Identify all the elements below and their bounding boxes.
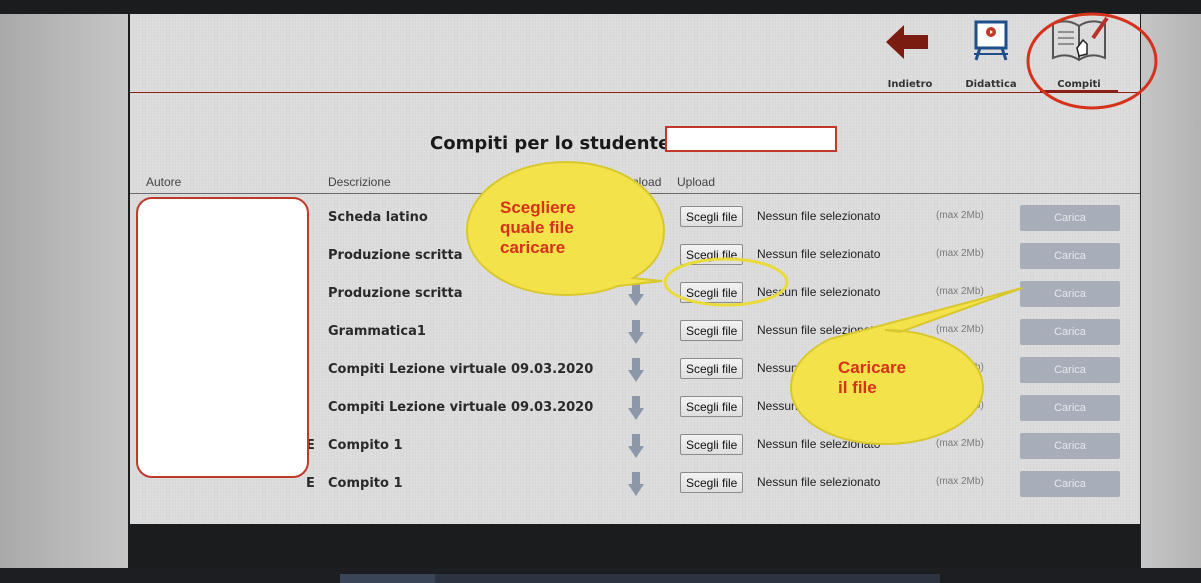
row-description: Produzione scritta <box>328 286 463 301</box>
taskbar <box>340 574 940 583</box>
didattica-button[interactable]: Didattica <box>956 20 1026 90</box>
download-arrow-icon[interactable] <box>628 434 644 458</box>
photo-edge-right <box>1141 14 1201 569</box>
max-size-label: (max 2Mb) <box>936 210 984 221</box>
compiti-button[interactable]: Compiti <box>1040 16 1118 93</box>
choose-file-button[interactable]: Scegli file <box>680 206 744 227</box>
top-toolbar: Indietro Didattica Compiti <box>130 14 1140 93</box>
row-description: Grammatica1 <box>328 324 426 339</box>
download-arrow-icon[interactable] <box>628 472 644 496</box>
student-name-redaction <box>665 126 837 152</box>
author-tail: E <box>306 476 315 491</box>
row-description: Compiti Lezione virtuale 09.03.2020 <box>328 400 594 415</box>
file-status: Nessun file selezionato <box>757 475 881 489</box>
choose-file-button[interactable]: Scegli file <box>680 282 744 303</box>
photo-edge-left <box>0 14 128 569</box>
max-size-label: (max 2Mb) <box>936 248 984 259</box>
file-status: Nessun file selezionato <box>757 399 881 413</box>
choose-file-button[interactable]: Scegli file <box>680 396 744 417</box>
toolbar-divider <box>130 92 1140 93</box>
choose-file-button[interactable]: Scegli file <box>680 434 744 455</box>
file-status: Nessun file selezionato <box>757 323 881 337</box>
annotation-upload-file-text: Caricare il file <box>838 358 907 397</box>
column-header-upload: Upload <box>677 175 716 189</box>
choose-file-button[interactable]: Scegli file <box>680 244 744 265</box>
choose-file-button[interactable]: Scegli file <box>680 358 744 379</box>
back-arrow-icon <box>886 25 928 59</box>
row-description: Produzione scritta <box>328 248 463 263</box>
annotation-choose-file-text: Scegliere quale file caricare <box>500 198 576 257</box>
file-status: Nessun file selezionato <box>757 285 881 299</box>
row-description: Compito 1 <box>328 476 403 491</box>
download-arrow-icon[interactable] <box>628 282 644 306</box>
row-description: Compito 1 <box>328 438 403 453</box>
download-arrow-icon[interactable] <box>628 244 644 268</box>
compiti-label: Compiti <box>1057 79 1101 90</box>
max-size-label: (max 2Mb) <box>936 476 984 487</box>
column-header-download: Download <box>608 175 662 189</box>
taskbar-segment <box>340 574 435 583</box>
upload-button[interactable]: Carica <box>1020 205 1120 231</box>
max-size-label: (max 2Mb) <box>936 438 984 449</box>
upload-button[interactable]: Carica <box>1020 357 1120 383</box>
column-header-descrizione: Descrizione <box>328 175 391 189</box>
max-size-label: (max 2Mb) <box>936 324 984 335</box>
upload-button[interactable]: Carica <box>1020 243 1120 269</box>
upload-button[interactable]: Carica <box>1020 281 1120 307</box>
app-window: Indietro Didattica Compiti Compiti per l… <box>130 14 1140 524</box>
file-status: Nessun file selezionato <box>757 247 881 261</box>
choose-file-button[interactable]: Scegli file <box>680 472 744 493</box>
upload-button[interactable]: Carica <box>1020 395 1120 421</box>
upload-button[interactable]: Carica <box>1020 471 1120 497</box>
download-arrow-icon[interactable] <box>628 320 644 344</box>
choose-file-button[interactable]: Scegli file <box>680 320 744 341</box>
download-arrow-icon[interactable] <box>628 206 644 230</box>
row-description: Scheda latino <box>328 210 428 225</box>
back-label: Indietro <box>887 79 933 90</box>
file-status: Nessun file selezionato <box>757 437 881 451</box>
max-size-label: (max 2Mb) <box>936 286 984 297</box>
max-size-label: (max 2Mb) <box>936 400 984 411</box>
back-button[interactable]: Indietro <box>875 20 945 90</box>
download-arrow-icon[interactable] <box>628 358 644 382</box>
didattica-label: Didattica <box>965 79 1017 90</box>
notebook-pen-icon <box>1052 16 1109 62</box>
presentation-board-icon <box>974 20 1008 61</box>
upload-button[interactable]: Carica <box>1020 433 1120 459</box>
download-arrow-icon[interactable] <box>628 396 644 420</box>
upload-button[interactable]: Carica <box>1020 319 1120 345</box>
column-header-autore: Autore <box>146 175 182 189</box>
author-redaction <box>136 197 309 478</box>
file-status: Nessun file selezionato <box>757 209 881 223</box>
table-header: Autore Descrizione Download Upload <box>130 174 1140 194</box>
row-description: Compiti Lezione virtuale 09.03.2020 <box>328 362 594 377</box>
page-title: Compiti per lo studente <box>430 133 671 154</box>
